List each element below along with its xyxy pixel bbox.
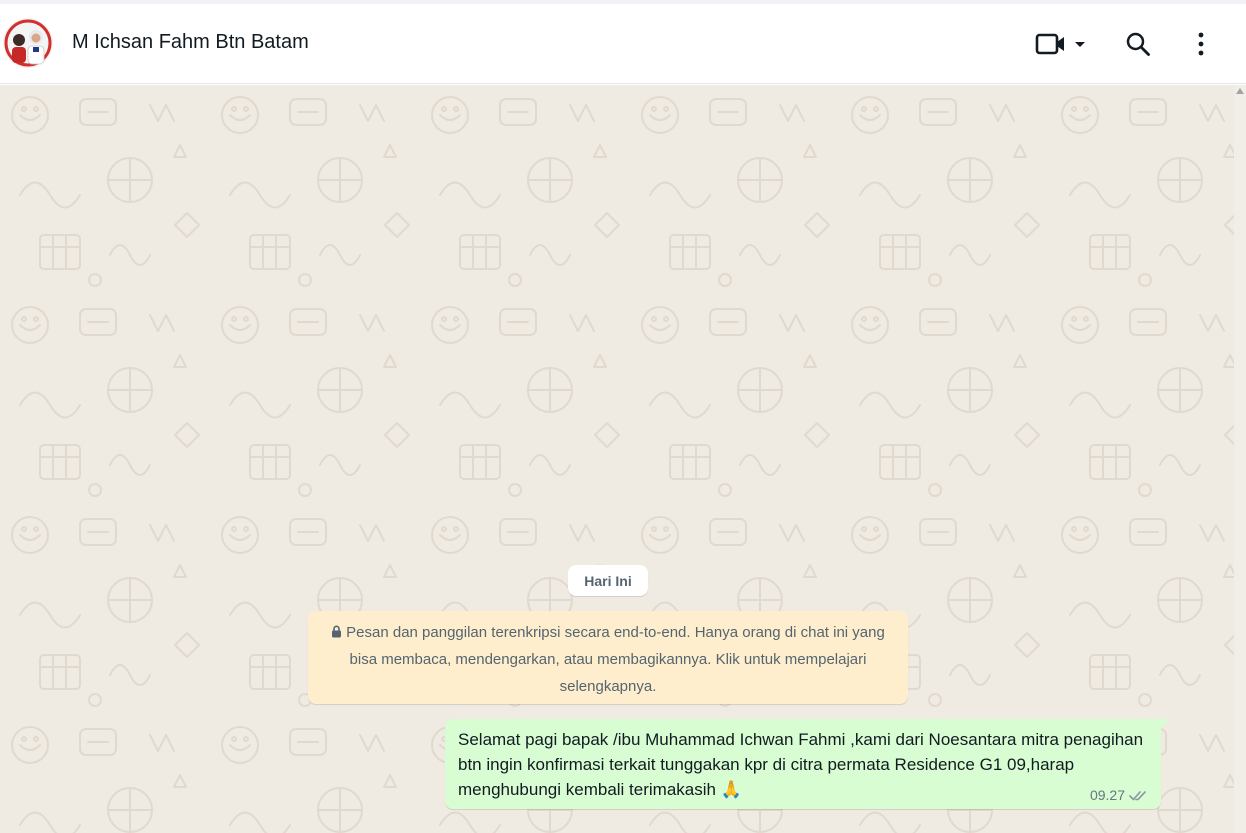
chat-header: M Ichsan Fahm Btn Batam (0, 4, 1246, 84)
search-button[interactable] (1118, 24, 1158, 64)
encryption-notice[interactable]: Pesan dan panggilan terenkripsi secara e… (308, 611, 908, 704)
date-divider: Hari Ini (568, 565, 648, 596)
video-camera-icon (1035, 33, 1085, 55)
message-text: Selamat pagi bapak /ibu Muhammad Ichwan … (458, 730, 1144, 799)
encryption-notice-text: Pesan dan panggilan terenkripsi secara e… (346, 624, 885, 695)
message-time: 09.27 (1089, 787, 1125, 803)
scroll-up-arrow[interactable] (1236, 88, 1244, 94)
double-check-icon (1129, 790, 1146, 800)
search-icon (1126, 32, 1150, 56)
caret-down-icon (1075, 42, 1085, 47)
message-meta: 09.27 (1090, 787, 1147, 803)
kebab-menu-icon (1198, 32, 1204, 56)
chat-pane[interactable]: Hari Ini Pesan dan panggilan terenkripsi… (0, 85, 1246, 833)
video-call-button[interactable] (1028, 26, 1094, 62)
bubble-tail (1161, 719, 1169, 729)
avatar-image (3, 18, 53, 68)
outgoing-message[interactable]: Selamat pagi bapak /ibu Muhammad Ichwan … (445, 719, 1169, 809)
chat-scrollbar[interactable] (1234, 85, 1246, 833)
contact-avatar[interactable] (3, 18, 53, 68)
menu-button[interactable] (1182, 24, 1220, 64)
lock-icon (332, 625, 342, 638)
contact-name[interactable]: M Ichsan Fahm Btn Batam (72, 31, 309, 54)
